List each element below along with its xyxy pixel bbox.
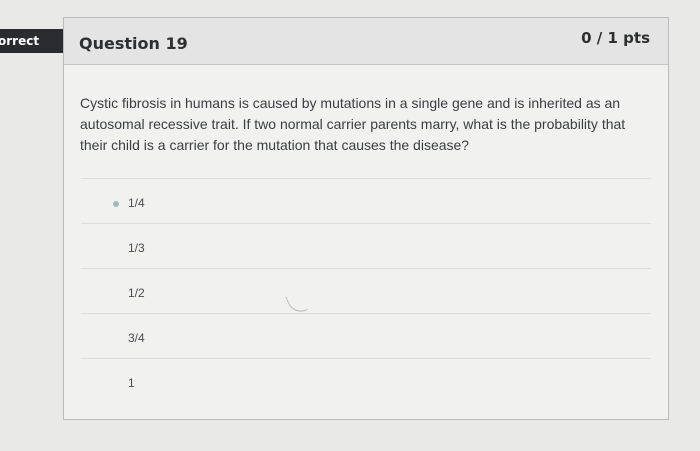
question-title: Question 19	[79, 34, 188, 53]
answer-option[interactable]: 1/4	[81, 178, 651, 223]
question-card: Question 19 0 / 1 pts Cystic fibrosis in…	[63, 17, 669, 420]
answer-label: 1/2	[128, 286, 145, 300]
answer-label: 3/4	[128, 331, 145, 345]
answer-label: 1/3	[128, 241, 145, 255]
answer-label: 1/4	[128, 196, 145, 210]
question-header: Question 19 0 / 1 pts	[64, 18, 668, 65]
answer-option[interactable]: 3/4	[81, 313, 651, 358]
answer-option[interactable]: 1	[81, 358, 651, 403]
answer-list: 1/4 1/3 1/2 3/4 1	[81, 178, 651, 403]
question-points: 0 / 1 pts	[581, 29, 650, 47]
answer-option[interactable]: 1/3	[81, 223, 651, 268]
question-text: Cystic fibrosis in humans is caused by m…	[80, 95, 626, 153]
selected-radio-icon[interactable]	[113, 201, 119, 207]
status-flag-label: orrect	[0, 34, 40, 48]
answer-option[interactable]: 1/2	[81, 268, 651, 313]
answer-label: 1	[128, 376, 135, 390]
